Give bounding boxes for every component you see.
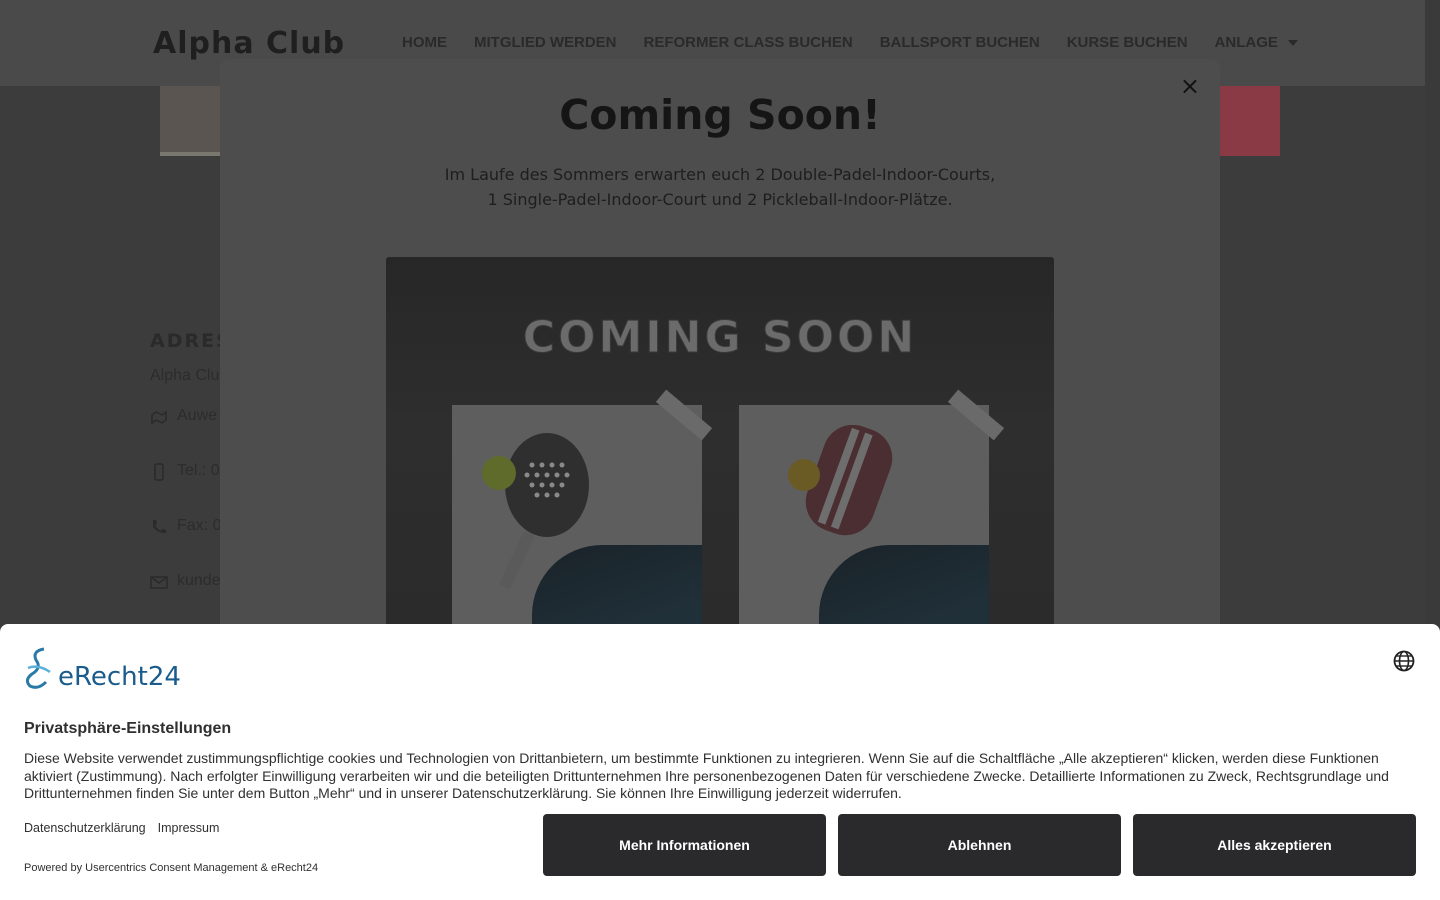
main-nav: HOME MITGLIED WERDEN REFORMER CLASS BUCH… (402, 34, 1298, 51)
nav-ballsport-buchen[interactable]: BALLSPORT BUCHEN (880, 34, 1040, 51)
erecht24-logo: eRecht24 (58, 662, 181, 692)
modal-text-line2: 1 Single-Padel-Indoor-Court und 2 Pickle… (487, 190, 953, 209)
imprint-link[interactable]: Impressum (158, 821, 220, 835)
cookie-heading: Privatsphäre-Einstellungen (24, 720, 232, 737)
powered-by-text: Powered by Usercentrics Consent Manageme… (24, 862, 319, 874)
hero-image-right (1220, 86, 1280, 156)
hero-image-left (160, 86, 220, 156)
map-icon (151, 410, 167, 425)
accept-all-button[interactable]: Alles akzeptieren (1133, 814, 1416, 876)
nav-kurse-buchen[interactable]: KURSE BUCHEN (1067, 34, 1188, 51)
nav-mitglied-werden[interactable]: MITGLIED WERDEN (474, 34, 617, 51)
site-logo[interactable]: Alpha Club (153, 26, 345, 61)
address-name: Alpha Clu (150, 367, 220, 384)
nav-anlage-label: ANLAGE (1214, 34, 1278, 51)
cookie-consent-banner: eRecht24 Privatsphäre-Einstellungen Dies… (0, 624, 1440, 900)
padel-card (452, 405, 702, 659)
modal-title: Coming Soon! (559, 91, 881, 139)
cookie-links: Datenschutzerklärung Impressum (24, 821, 219, 835)
cookie-body-text: Diese Website verwendet zustimmungspflic… (24, 750, 1389, 801)
coming-soon-image: COMING SOON (386, 257, 1054, 659)
address-fax: Fax: 0 (177, 517, 222, 534)
nav-anlage[interactable]: ANLAGE (1215, 34, 1298, 51)
padel-racket-icon (482, 433, 589, 589)
address-email[interactable]: kunde (177, 572, 221, 590)
erecht24-logo-icon (25, 647, 51, 689)
nav-home[interactable]: HOME (402, 34, 447, 51)
modal-text-line1: Im Laufe des Sommers erwarten euch 2 Dou… (444, 165, 996, 184)
globe-icon[interactable] (1393, 650, 1415, 672)
coming-soon-modal: × Coming Soon! Im Laufe des Sommers erwa… (220, 59, 1220, 659)
modal-text: Im Laufe des Sommers erwarten euch 2 Dou… (420, 162, 1020, 212)
nav-reformer-class-buchen[interactable]: REFORMER CLASS BUCHEN (644, 34, 853, 51)
address-street: Auwe (177, 407, 218, 424)
more-information-button[interactable]: Mehr Informationen (543, 814, 826, 876)
mobile-icon (154, 463, 164, 481)
pickleball-paddle-icon (786, 425, 893, 590)
promo-title: COMING SOON (522, 312, 918, 364)
privacy-policy-link[interactable]: Datenschutzerklärung (24, 821, 146, 835)
address-tel[interactable]: Tel.: 0 (177, 462, 220, 480)
envelope-icon (150, 576, 168, 589)
decline-button[interactable]: Ablehnen (838, 814, 1121, 876)
caret-down-icon (1287, 40, 1298, 47)
pickleball-card (739, 405, 989, 659)
phone-icon (153, 520, 166, 534)
